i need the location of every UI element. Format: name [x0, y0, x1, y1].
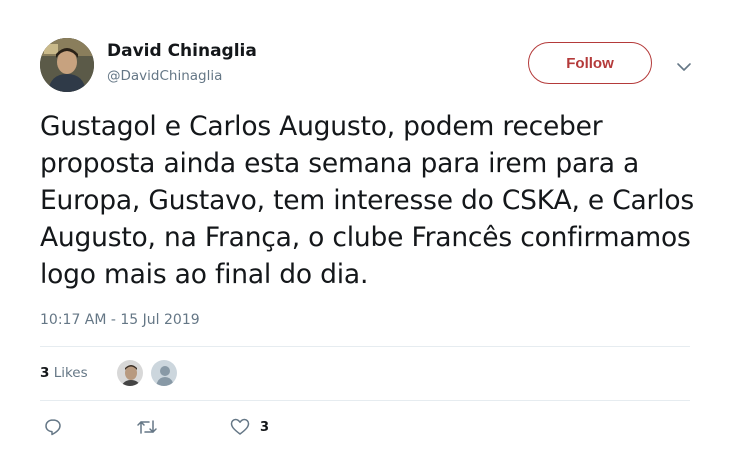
display-name[interactable]: David Chinaglia: [107, 40, 257, 62]
liker-avatar[interactable]: [116, 359, 144, 387]
tweet-timestamp[interactable]: 10:17 AM - 15 Jul 2019: [40, 312, 200, 328]
user-info: David Chinaglia @DavidChinaglia: [107, 40, 257, 85]
tweet-actions: 3: [44, 416, 344, 440]
likes-label: Likes: [53, 365, 88, 381]
follow-button[interactable]: Follow: [528, 42, 652, 84]
chevron-down-icon[interactable]: [676, 58, 692, 71]
tweet-text: Gustagol e Carlos Augusto, podem receber…: [40, 111, 695, 290]
tweet-header: David Chinaglia @DavidChinaglia Follow: [40, 38, 700, 98]
likes-stat[interactable]: 3 Likes: [40, 364, 88, 382]
liker-avatar-default[interactable]: [150, 359, 178, 387]
user-handle[interactable]: @DavidChinaglia: [107, 68, 257, 85]
avatar[interactable]: [40, 38, 94, 92]
reply-button[interactable]: [44, 416, 62, 438]
divider: [40, 346, 690, 347]
divider: [40, 400, 690, 401]
like-button[interactable]: 3: [230, 416, 269, 438]
retweet-icon: [136, 418, 158, 436]
tweet-card: David Chinaglia @DavidChinaglia Follow G…: [0, 0, 730, 472]
likers-avatars: [116, 359, 184, 387]
reply-icon: [44, 418, 62, 436]
heart-icon: [230, 418, 250, 436]
likes-count: 3: [40, 365, 50, 381]
retweet-button[interactable]: [136, 416, 158, 438]
like-count: 3: [260, 419, 270, 435]
